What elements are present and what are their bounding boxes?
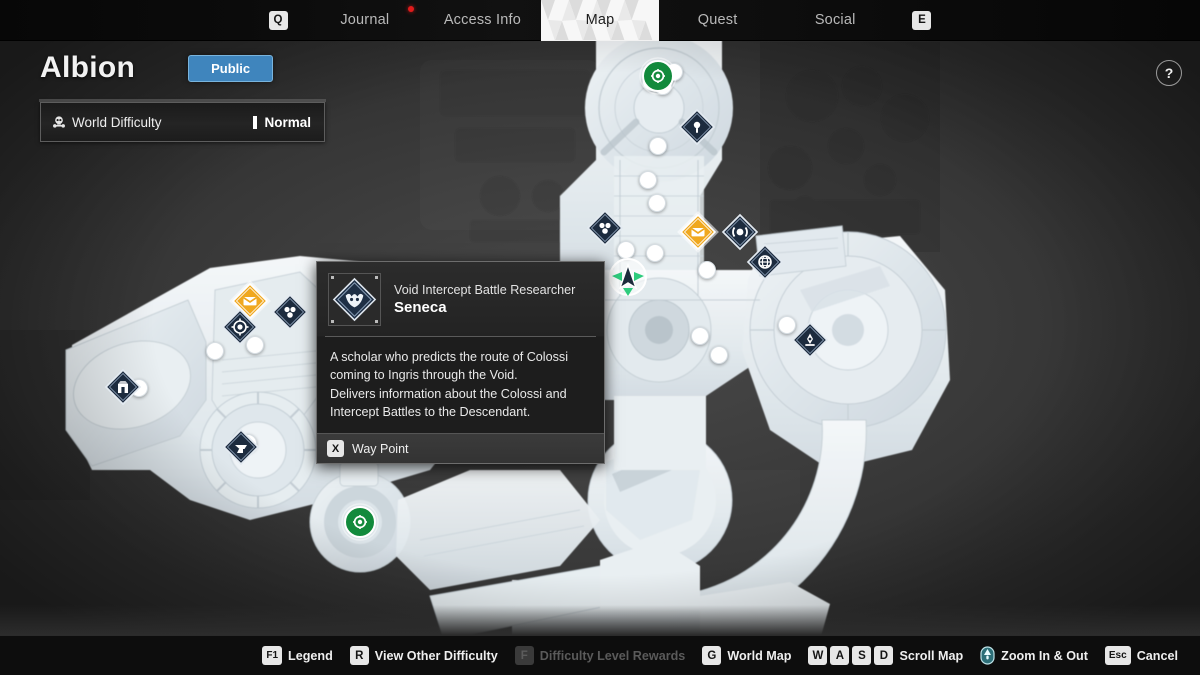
game-map-screen: Q Journal Access Info Map Quest Social E… — [0, 0, 1200, 675]
tab-social[interactable]: Social — [776, 0, 894, 41]
hint-keys: F1 — [262, 646, 283, 665]
tab-quest[interactable]: Quest — [659, 0, 777, 41]
map-point-dot[interactable] — [710, 346, 728, 364]
hint-label: Cancel — [1136, 648, 1178, 663]
key-e: E — [912, 10, 932, 30]
title-row: Albion Public — [40, 48, 330, 88]
way-point-label: Way Point — [352, 441, 409, 456]
hint-keys: F — [514, 646, 534, 665]
tab-map-label: Map — [585, 12, 615, 28]
npc-role: Void Intercept Battle Researcher — [394, 283, 576, 297]
hint-zoom-in-out[interactable]: Zoom In & Out — [980, 646, 1088, 665]
key-w: W — [808, 646, 828, 665]
tab-journal[interactable]: Journal — [306, 0, 424, 41]
npc-description-line: Intercept Battles to the Descendant. — [330, 404, 531, 419]
map-marker-target-ring[interactable] — [219, 306, 261, 348]
hint-legend[interactable]: F1 Legend — [262, 646, 333, 665]
map-marker-shop[interactable] — [102, 366, 144, 408]
tab-journal-label: Journal — [340, 12, 390, 28]
key-f1: F1 — [262, 646, 283, 665]
npc-name: Seneca — [394, 299, 447, 316]
world-difficulty-value: Normal — [253, 115, 311, 130]
hint-keys: WASD — [808, 646, 894, 665]
key-a: A — [830, 646, 850, 665]
journal-notification-dot — [408, 6, 414, 12]
npc-description-line: A scholar who predicts the route of Colo… — [330, 350, 569, 364]
key-q: Q — [268, 10, 288, 30]
tooltip-description: A scholar who predicts the route of Colo… — [317, 337, 604, 433]
help-button[interactable]: ? — [1156, 60, 1182, 86]
difficulty-level-bar — [253, 115, 258, 129]
npc-description-line: Delivers information about the Colossi a… — [330, 386, 567, 401]
map-marker-sphere-node[interactable] — [637, 55, 679, 97]
nav-tabs: Q Journal Access Info Map Quest Social E — [250, 0, 950, 41]
map-point-dot[interactable] — [691, 327, 709, 345]
hint-world-map[interactable]: G World Map — [702, 646, 791, 665]
page-title: Albion — [40, 51, 136, 84]
access-badge[interactable]: Public — [188, 54, 274, 82]
map-marker-anvil[interactable] — [220, 426, 262, 468]
tab-map[interactable]: Map — [541, 0, 659, 41]
map-point-dot[interactable] — [698, 261, 716, 279]
world-difficulty-value-text: Normal — [264, 114, 311, 130]
tab-access-info[interactable]: Access Info — [424, 0, 542, 41]
key-x: X — [327, 440, 344, 457]
map-marker-sphere-node[interactable] — [339, 501, 381, 543]
void-intercept-icon — [328, 273, 381, 326]
key-d: D — [874, 646, 894, 665]
tab-quest-label: Quest — [697, 12, 738, 28]
map-marker-player-marker[interactable] — [603, 252, 653, 302]
hint-view-other-difficulty[interactable]: R View Other Difficulty — [349, 646, 498, 665]
key-esc: Esc — [1104, 646, 1131, 665]
tab-access-info-label: Access Info — [443, 12, 521, 28]
hint-label: Difficulty Level Rewards — [539, 648, 686, 663]
map-marker-waypoint-pin[interactable] — [676, 106, 718, 148]
key-g: G — [702, 646, 722, 665]
nav-prev-key[interactable]: Q — [250, 0, 306, 41]
world-difficulty-panel[interactable]: World Difficulty Normal — [39, 99, 326, 142]
npc-tooltip: Void Intercept Battle Researcher Seneca … — [316, 261, 605, 464]
map-point-dot[interactable] — [649, 137, 667, 155]
tab-social-label: Social — [814, 12, 856, 28]
map-marker-mail[interactable] — [677, 211, 719, 253]
hint-keys: Esc — [1104, 646, 1131, 665]
hint-cancel[interactable]: Esc Cancel — [1104, 646, 1178, 665]
hint-keys: G — [702, 646, 722, 665]
key-f: F — [514, 646, 534, 665]
hint-scroll-map[interactable]: W A S D Scroll Map — [808, 646, 963, 665]
hint-label: Scroll Map — [899, 648, 964, 663]
tooltip-action[interactable]: X Way Point — [317, 433, 604, 463]
map-header: Albion Public World Difficulty Normal — [39, 48, 330, 142]
hint-keys: R — [349, 646, 369, 665]
mouse-wheel-icon — [980, 646, 995, 665]
map-bottom-fade — [0, 605, 1200, 635]
map-point-dot[interactable] — [648, 194, 666, 212]
map-marker-npc-group[interactable] — [584, 207, 626, 249]
hint-difficulty-level-rewards: F Difficulty Level Rewards — [514, 646, 686, 665]
nav-next-key[interactable]: E — [894, 0, 950, 41]
map-marker-globe-grid[interactable] — [744, 241, 786, 283]
hint-label: Legend — [288, 648, 333, 663]
top-navigation-bar: Q Journal Access Info Map Quest Social E — [0, 0, 1200, 41]
map-marker-npc-group[interactable] — [269, 291, 311, 333]
hint-label: World Map — [727, 648, 792, 663]
map-marker-terminal[interactable] — [789, 319, 831, 361]
hint-label: Zoom In & Out — [1001, 648, 1088, 663]
tooltip-header: Void Intercept Battle Researcher Seneca — [317, 262, 604, 336]
map-point-dot[interactable] — [639, 171, 657, 189]
world-difficulty-label: World Difficulty — [52, 115, 162, 130]
key-hint-bar: F1 Legend R View Other Difficulty F Difficult… — [0, 635, 1200, 675]
skull-difficulty-icon — [53, 116, 65, 128]
world-difficulty-text: World Difficulty — [72, 114, 162, 130]
hint-label: View Other Difficulty — [374, 648, 498, 663]
npc-description-line: coming to Ingris through the Void. — [330, 368, 518, 383]
key-s: S — [852, 646, 872, 665]
key-r: R — [349, 646, 369, 665]
tooltip-titles: Void Intercept Battle Researcher Seneca — [394, 273, 575, 326]
